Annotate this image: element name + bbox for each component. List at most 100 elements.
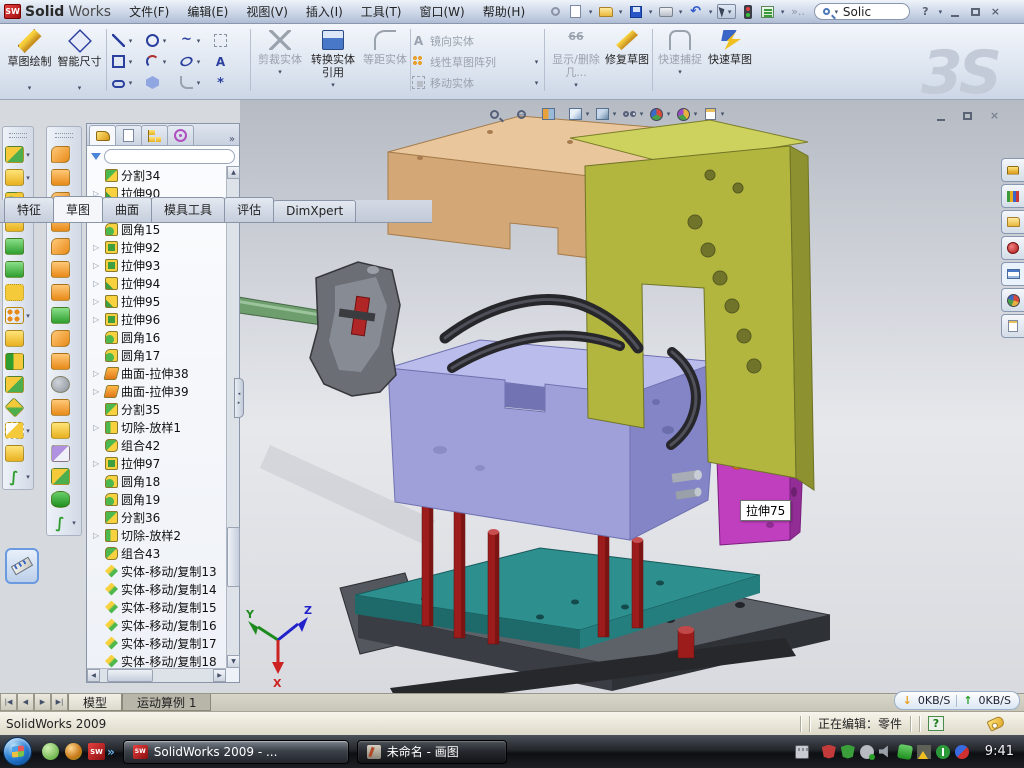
entity-dropdown[interactable] xyxy=(127,58,134,66)
entity-dropdown[interactable] xyxy=(195,37,202,45)
windows-update-icon[interactable] xyxy=(860,745,874,759)
print-dropdown[interactable] xyxy=(677,8,684,16)
rapid-sketch-button[interactable]: 快速草图 xyxy=(706,27,754,95)
help-button[interactable]: ? xyxy=(917,4,934,19)
toolbar-overflow[interactable]: ».. xyxy=(789,5,807,18)
expand-arrow-icon[interactable] xyxy=(93,423,102,432)
feature-tree-item[interactable]: 实体-移动/复制13 xyxy=(87,562,226,580)
menu-item[interactable]: 窗口(W) xyxy=(412,0,473,23)
quick-snaps-dropdown[interactable] xyxy=(677,66,684,79)
doc-close-button[interactable]: × xyxy=(986,108,1003,123)
minimize-button[interactable] xyxy=(947,4,964,19)
heads-up-button[interactable] xyxy=(594,106,618,122)
configuration-manager-tab[interactable] xyxy=(141,125,168,145)
entity-dropdown[interactable] xyxy=(127,37,134,45)
heads-up-button[interactable] xyxy=(540,106,564,122)
panel-tabs-overflow[interactable]: » xyxy=(229,134,235,145)
sketch-button[interactable]: 草图绘制 xyxy=(6,27,53,95)
feature-tree-item[interactable]: 实体-移动/复制18 xyxy=(87,652,226,668)
heads-up-dropdown[interactable] xyxy=(692,110,699,118)
feature-tree-item[interactable]: 实体-移动/复制15 xyxy=(87,598,226,616)
feature-tree-item[interactable]: 拉伸96 xyxy=(87,310,226,328)
feature-tree-item[interactable]: 拉伸92 xyxy=(87,238,226,256)
scroll-up-icon[interactable] xyxy=(227,166,240,179)
measure-button[interactable] xyxy=(5,548,39,584)
print-button[interactable] xyxy=(657,4,674,20)
model-tab[interactable]: 模型 xyxy=(68,694,122,711)
sketch-entity-button[interactable] xyxy=(112,55,146,68)
restore-button[interactable] xyxy=(967,4,984,19)
doc-restore-button[interactable] xyxy=(959,108,976,123)
toolbar-button[interactable] xyxy=(51,284,78,301)
undo-dropdown[interactable] xyxy=(707,8,714,16)
repair-sketch-button[interactable]: 修复草图 xyxy=(604,27,650,95)
entity-dropdown[interactable] xyxy=(195,79,202,87)
sketch-dropdown[interactable] xyxy=(28,82,32,95)
command-tab[interactable]: DimXpert xyxy=(273,200,356,222)
messenger-icon[interactable] xyxy=(42,743,59,760)
toolbar-button[interactable] xyxy=(51,468,78,485)
dimxpert-manager-tab[interactable] xyxy=(167,125,194,145)
sketch-entity-button[interactable] xyxy=(112,34,146,47)
toolbar-button[interactable] xyxy=(51,422,78,439)
start-button[interactable] xyxy=(3,737,32,766)
feature-tree-item[interactable]: 切除-放样2 xyxy=(87,526,226,544)
taskbar-button-solidworks[interactable]: SolidWorks 2009 - ... xyxy=(123,740,349,764)
feature-tree-item[interactable]: 实体-移动/复制14 xyxy=(87,580,226,598)
task-pane-tab[interactable] xyxy=(1001,210,1024,234)
toolbar-button[interactable] xyxy=(51,307,78,324)
menu-item[interactable]: 工具(T) xyxy=(353,0,410,23)
toolbar-button[interactable] xyxy=(51,353,78,370)
tab-scroll-prev-button[interactable]: ◀ xyxy=(17,694,34,711)
select-dropdown[interactable] xyxy=(726,8,733,16)
feature-tree-item[interactable]: 拉伸95 xyxy=(87,292,226,310)
heads-up-button[interactable] xyxy=(621,106,645,122)
sketch-entity-button[interactable] xyxy=(146,55,180,68)
expand-arrow-icon[interactable] xyxy=(93,531,102,540)
close-button[interactable]: × xyxy=(987,4,1004,19)
entity-dropdown[interactable] xyxy=(161,58,168,66)
heads-up-dropdown[interactable] xyxy=(719,110,726,118)
feature-tree-item[interactable]: 分割34 xyxy=(87,166,226,184)
search-dropdown[interactable] xyxy=(833,8,840,16)
options-dropdown[interactable] xyxy=(779,8,786,16)
antivirus-icon[interactable] xyxy=(936,745,950,759)
entity-dropdown[interactable] xyxy=(195,58,202,66)
help-dropdown[interactable] xyxy=(937,8,944,16)
feature-tree-item[interactable]: 切除-放样1 xyxy=(87,418,226,436)
task-pane-tab[interactable] xyxy=(1001,158,1024,182)
quick-launch-overflow[interactable]: » xyxy=(107,745,115,759)
menu-item[interactable]: 文件(F) xyxy=(121,0,177,23)
keyboard-layout-icon[interactable] xyxy=(795,745,809,759)
open-button[interactable] xyxy=(597,4,614,20)
scroll-right-icon[interactable] xyxy=(213,669,226,682)
toolbar-dropdown[interactable] xyxy=(25,473,32,481)
volume-icon[interactable] xyxy=(879,745,893,759)
doc-minimize-button[interactable] xyxy=(932,108,949,123)
security-alert-icon[interactable] xyxy=(822,745,836,759)
new-dropdown[interactable] xyxy=(587,8,594,16)
select-button[interactable] xyxy=(717,4,736,19)
trim-dropdown[interactable] xyxy=(277,66,284,79)
feature-tree-item[interactable]: 分割35 xyxy=(87,400,226,418)
feature-tree-item[interactable]: 组合43 xyxy=(87,544,226,562)
tree-horizontal-scrollbar[interactable] xyxy=(87,668,226,682)
toolbar-button[interactable] xyxy=(5,238,32,255)
toolbar-button[interactable] xyxy=(5,169,32,186)
toolbar-dropdown[interactable] xyxy=(25,427,32,435)
heads-up-button[interactable] xyxy=(567,106,591,122)
feature-tree-item[interactable]: 组合42 xyxy=(87,436,226,454)
heads-up-button[interactable] xyxy=(513,106,537,122)
quick-snaps-button[interactable]: 快速捕捉 xyxy=(657,27,703,95)
messenger-status-icon[interactable] xyxy=(955,745,969,759)
heads-up-button[interactable] xyxy=(702,106,726,122)
sketch-entity-button[interactable] xyxy=(146,76,180,89)
heads-up-dropdown[interactable] xyxy=(665,110,672,118)
save-dropdown[interactable] xyxy=(647,8,654,16)
sketch-entity-button[interactable] xyxy=(214,76,248,89)
launcher-orb-icon[interactable] xyxy=(65,743,82,760)
defender-icon[interactable] xyxy=(841,745,855,759)
convert-entities-button[interactable]: 转换实体引用 xyxy=(306,27,360,95)
feature-manager-tab[interactable] xyxy=(89,125,116,145)
feature-tree-item[interactable]: 圆角17 xyxy=(87,346,226,364)
